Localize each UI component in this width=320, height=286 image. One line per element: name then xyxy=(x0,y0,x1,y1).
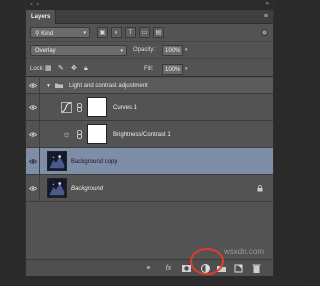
layers-panel: × × » Layers ≡ ⚲ Kind ▾ ▣ ◐ T ▭ ▤ Overla… xyxy=(25,0,274,286)
fill-label: Fill: xyxy=(144,66,154,72)
link-layers-icon[interactable]: ⚭ xyxy=(143,263,154,274)
visibility-toggle[interactable] xyxy=(26,94,40,120)
link-chain-icon[interactable] xyxy=(77,103,82,112)
folder-icon xyxy=(54,82,64,89)
layer-name: Brightness/Contrast 1 xyxy=(113,132,171,138)
dropdown-arrow-icon: ▾ xyxy=(83,30,86,36)
kind-label: Kind xyxy=(41,31,54,37)
shape-filter-icon[interactable]: ▭ xyxy=(139,27,150,38)
lock-icons: ▦ ✎ ✥ 🔒︎ xyxy=(45,64,91,73)
blend-row: Overlay ▾ Opacity: 100% ▾ xyxy=(26,41,273,58)
opacity-slider-arrow-icon[interactable]: ▾ xyxy=(185,47,188,53)
layer-group-row[interactable]: ▼ Light and contrast adjustment xyxy=(26,78,273,94)
smart-object-filter-icon[interactable]: ▤ xyxy=(153,27,164,38)
filter-icons: ▣ ◐ T ▭ ▤ xyxy=(97,27,164,38)
opacity-input[interactable]: 100% xyxy=(162,45,183,56)
adjustment-filter-icon[interactable]: ◐ xyxy=(111,27,122,38)
brightness-sun-icon: ☼ xyxy=(62,129,71,139)
lock-row: Lock: ▦ ✎ ✥ 🔒︎ Fill: 100% ▾ xyxy=(26,58,273,77)
layer-name: Background xyxy=(71,186,104,192)
kind-filter-select[interactable]: ⚲ Kind ▾ xyxy=(30,27,90,38)
eye-icon xyxy=(28,158,37,164)
fill-input[interactable]: 100% xyxy=(162,64,183,75)
lock-position-icon[interactable]: ✥ xyxy=(71,64,78,73)
layer-row-background[interactable]: Background xyxy=(26,175,273,202)
layer-name: Background copy xyxy=(71,159,118,165)
panel-titlebar: × × » xyxy=(26,0,273,10)
layer-row-background-copy[interactable]: Background copy xyxy=(26,148,273,175)
eye-icon xyxy=(28,131,37,137)
filter-row: ⚲ Kind ▾ ▣ ◐ T ▭ ▤ xyxy=(26,24,273,41)
lock-icon xyxy=(257,185,263,192)
expand-triangle-icon[interactable]: ▼ xyxy=(46,83,51,89)
eye-icon xyxy=(28,83,37,88)
visibility-toggle[interactable] xyxy=(26,148,40,174)
dropdown-arrow-icon: ▾ xyxy=(120,48,123,54)
lock-all-icon[interactable]: 🔒︎ xyxy=(84,64,91,73)
search-icon: ⚲ xyxy=(35,31,40,37)
layer-row-curves[interactable]: Curves 1 xyxy=(26,94,273,121)
layer-row-brightness-contrast[interactable]: ☼ Brightness/Contrast 1 xyxy=(26,121,273,148)
lock-image-pixels-icon[interactable]: ✎ xyxy=(58,64,65,73)
pixel-filter-icon[interactable]: ▣ xyxy=(97,27,108,38)
trash-icon[interactable] xyxy=(251,263,262,274)
layer-thumbnail[interactable] xyxy=(47,151,67,171)
visibility-toggle[interactable] xyxy=(26,121,40,147)
layers-footer: ⚭ fx xyxy=(26,259,273,276)
new-layer-icon[interactable] xyxy=(233,263,244,274)
bottom-bar xyxy=(0,276,300,286)
blend-mode-select[interactable]: Overlay ▾ xyxy=(30,45,127,56)
layer-name: Curves 1 xyxy=(113,105,138,111)
eye-icon xyxy=(28,104,37,110)
layer-mask-thumbnail[interactable] xyxy=(87,124,107,144)
layer-thumbnail[interactable] xyxy=(47,178,67,198)
visibility-toggle[interactable] xyxy=(26,175,40,201)
filter-toggle-icon[interactable] xyxy=(261,29,268,36)
fill-slider-arrow-icon[interactable]: ▾ xyxy=(185,66,188,72)
lock-transparent-pixels-icon[interactable]: ▦ xyxy=(45,64,52,73)
layer-mask-thumbnail[interactable] xyxy=(87,97,107,117)
highlight-circle-annotation xyxy=(190,248,224,275)
type-filter-icon[interactable]: T xyxy=(125,27,136,38)
panel-menu-icon[interactable]: ≡ xyxy=(264,13,268,20)
close-panel-icon[interactable]: × × xyxy=(30,2,40,8)
tab-bar: Layers ≡ xyxy=(26,10,273,24)
eye-icon xyxy=(28,185,37,191)
collapse-icon[interactable]: » xyxy=(266,1,269,7)
tab-layers[interactable]: Layers xyxy=(26,10,56,24)
layers-list: ▼ Light and contrast adjustment Curves 1… xyxy=(26,78,273,256)
link-chain-icon[interactable] xyxy=(77,130,82,139)
lock-label: Lock: xyxy=(30,66,45,72)
layer-group-name: Light and contrast adjustment xyxy=(69,83,148,89)
curves-adjustment-icon xyxy=(61,102,72,113)
watermark-text: wsxdn.com xyxy=(224,247,265,256)
blend-mode-value: Overlay xyxy=(35,48,56,54)
opacity-label: Opacity: xyxy=(133,47,156,53)
layer-style-fx-icon[interactable]: fx xyxy=(163,263,174,274)
visibility-toggle[interactable] xyxy=(26,78,40,93)
